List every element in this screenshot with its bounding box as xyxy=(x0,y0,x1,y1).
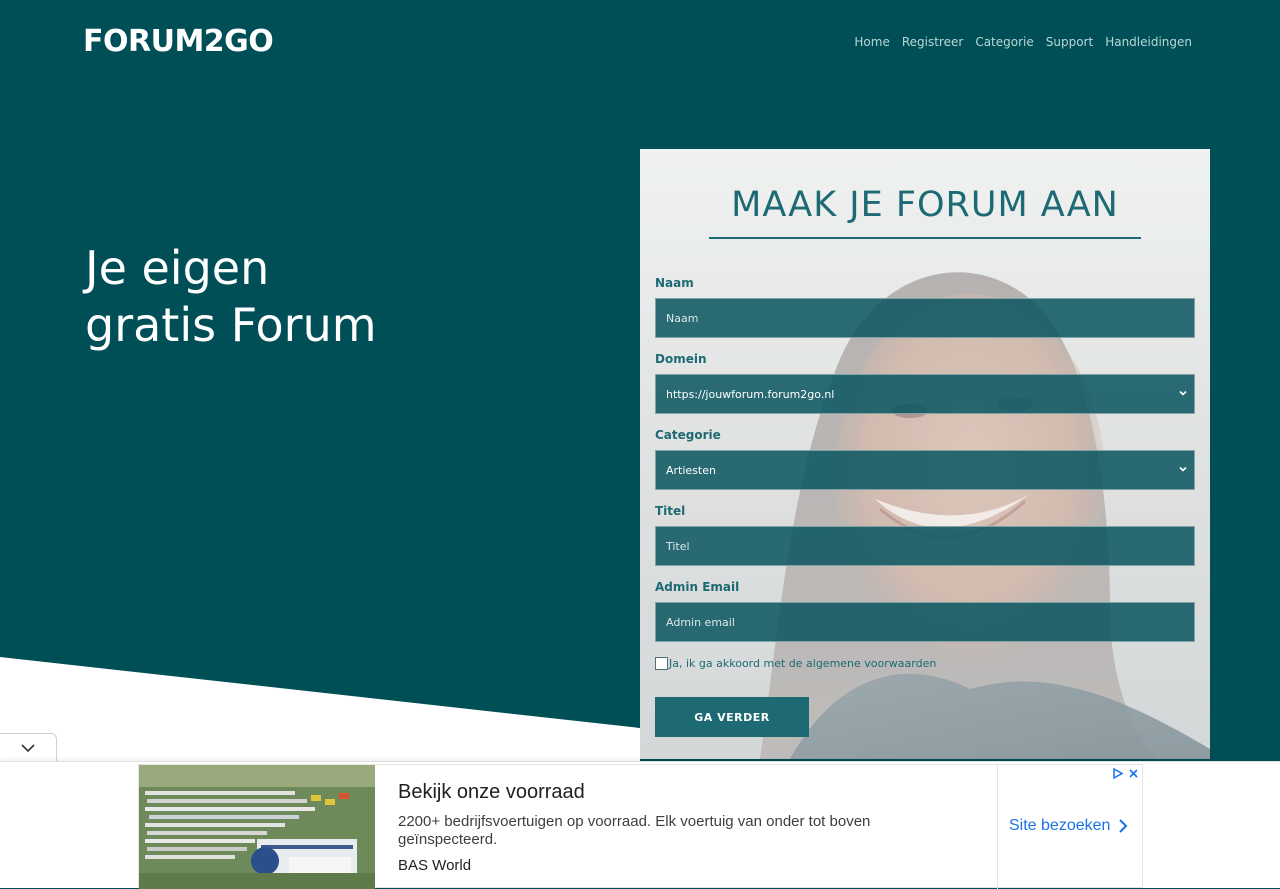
ad-headline[interactable]: Bekijk onze voorraad xyxy=(398,781,585,804)
title-underline xyxy=(709,237,1141,239)
ad-controls xyxy=(1111,767,1140,780)
nav-home[interactable]: Home xyxy=(854,35,889,49)
admin-email-placeholder: Admin email xyxy=(666,615,735,629)
ad-divider xyxy=(997,765,998,889)
admin-email-input[interactable]: Admin email xyxy=(655,602,1195,642)
ad-image[interactable] xyxy=(139,765,375,889)
naam-label: Naam xyxy=(655,276,694,290)
domein-label: Domein xyxy=(655,352,707,366)
hero-title-line2: gratis Forum xyxy=(85,298,377,352)
logo-text: FORUM2GO xyxy=(83,24,274,59)
titel-placeholder: Titel xyxy=(666,539,690,553)
adchoices-icon[interactable] xyxy=(1111,767,1124,780)
titel-input[interactable]: Titel xyxy=(655,526,1195,566)
categorie-label: Categorie xyxy=(655,428,721,442)
naam-input[interactable]: Naam xyxy=(655,298,1195,338)
chevron-down-icon xyxy=(1179,390,1187,396)
nav-support[interactable]: Support xyxy=(1046,35,1093,49)
ad-collapse-toggle[interactable] xyxy=(0,733,57,762)
chevron-right-icon xyxy=(1119,819,1128,833)
ad-description: 2200+ bedrijfsvoertuigen op voorraad. El… xyxy=(398,813,871,848)
nav-categorie[interactable]: Categorie xyxy=(975,35,1033,49)
ad-banner: Bekijk onze voorraad 2200+ bedrijfsvoert… xyxy=(0,761,1280,889)
nav-handleidingen[interactable]: Handleidingen xyxy=(1105,35,1192,49)
titel-label: Titel xyxy=(655,504,686,518)
ad-cta-button[interactable]: Site bezoeken xyxy=(1009,817,1128,835)
terms-checkbox[interactable] xyxy=(655,657,668,670)
chevron-down-icon xyxy=(1179,466,1187,472)
submit-button[interactable]: GA VERDER xyxy=(655,697,809,737)
form-title: MAAK JE FORUM AAN xyxy=(731,185,1119,225)
terms-agreement: Ja, ik ga akkoord met de algemene voorwa… xyxy=(655,657,936,670)
main-nav: Home Registreer Categorie Support Handle… xyxy=(854,35,1192,49)
domein-value: https://jouwforum.forum2go.nl xyxy=(666,387,835,401)
chevron-down-icon xyxy=(21,744,35,753)
categorie-select[interactable]: Artiesten xyxy=(655,450,1195,490)
ad-cta-label: Site bezoeken xyxy=(1009,817,1111,834)
domein-select[interactable]: https://jouwforum.forum2go.nl xyxy=(655,374,1195,414)
naam-placeholder: Naam xyxy=(666,311,699,325)
ad-advertiser: BAS World xyxy=(398,857,472,874)
admin-email-label: Admin Email xyxy=(655,580,740,594)
ad-unit[interactable]: Bekijk onze voorraad 2200+ bedrijfsvoert… xyxy=(138,764,1143,889)
nav-registreer[interactable]: Registreer xyxy=(902,35,963,49)
categorie-value: Artiesten xyxy=(666,463,716,477)
hero-title-line1: Je eigen xyxy=(85,241,270,295)
close-icon[interactable] xyxy=(1127,767,1140,780)
create-forum-panel: MAAK JE FORUM AAN Naam Naam Domein https… xyxy=(640,149,1210,759)
terms-label[interactable]: Ja, ik ga akkoord met de algemene voorwa… xyxy=(669,657,936,670)
site-logo[interactable]: FORUM2GO xyxy=(83,24,274,59)
hero-title: Je eigen gratis Forum xyxy=(85,240,377,354)
